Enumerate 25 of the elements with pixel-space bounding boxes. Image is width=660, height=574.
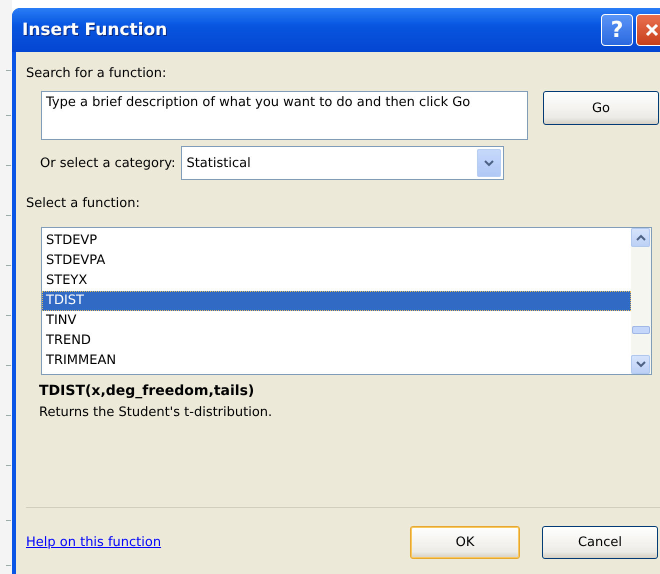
ok-button[interactable]: OK	[410, 526, 520, 559]
function-item[interactable]: TREND	[42, 331, 631, 351]
window-title: Insert Function	[22, 20, 168, 40]
function-item[interactable]: STEYX	[42, 271, 631, 291]
cancel-button[interactable]: Cancel	[542, 526, 658, 559]
function-list-label: Select a function:	[26, 196, 141, 213]
scroll-down-icon[interactable]	[631, 355, 650, 374]
close-icon	[644, 22, 660, 38]
function-item[interactable]: STDEVP	[42, 231, 631, 251]
scrollbar-thumb[interactable]	[632, 326, 650, 334]
function-description: Returns the Student's t-distribution.	[39, 405, 274, 420]
go-button[interactable]: Go	[543, 91, 659, 125]
close-button[interactable]	[636, 14, 660, 46]
help-button[interactable]: ?	[601, 14, 633, 46]
search-label: Search for a function:	[26, 66, 168, 83]
category-dropdown[interactable]: Statistical	[181, 146, 504, 180]
category-label: Or select a category:	[40, 156, 176, 170]
scroll-up-icon[interactable]	[631, 228, 650, 247]
search-field[interactable]: Type a brief description of what you want to do and then click Go	[41, 91, 528, 140]
function-item[interactable]: TINV	[42, 311, 631, 331]
function-item[interactable]: TDIST	[42, 291, 631, 311]
function-item[interactable]: TRIMMEAN	[42, 351, 631, 371]
function-item[interactable]: STDEVPA	[42, 251, 631, 271]
help-link[interactable]: Help on this function	[26, 535, 410, 550]
function-signature: TDIST(x,deg_freedom,tails)	[39, 383, 256, 399]
